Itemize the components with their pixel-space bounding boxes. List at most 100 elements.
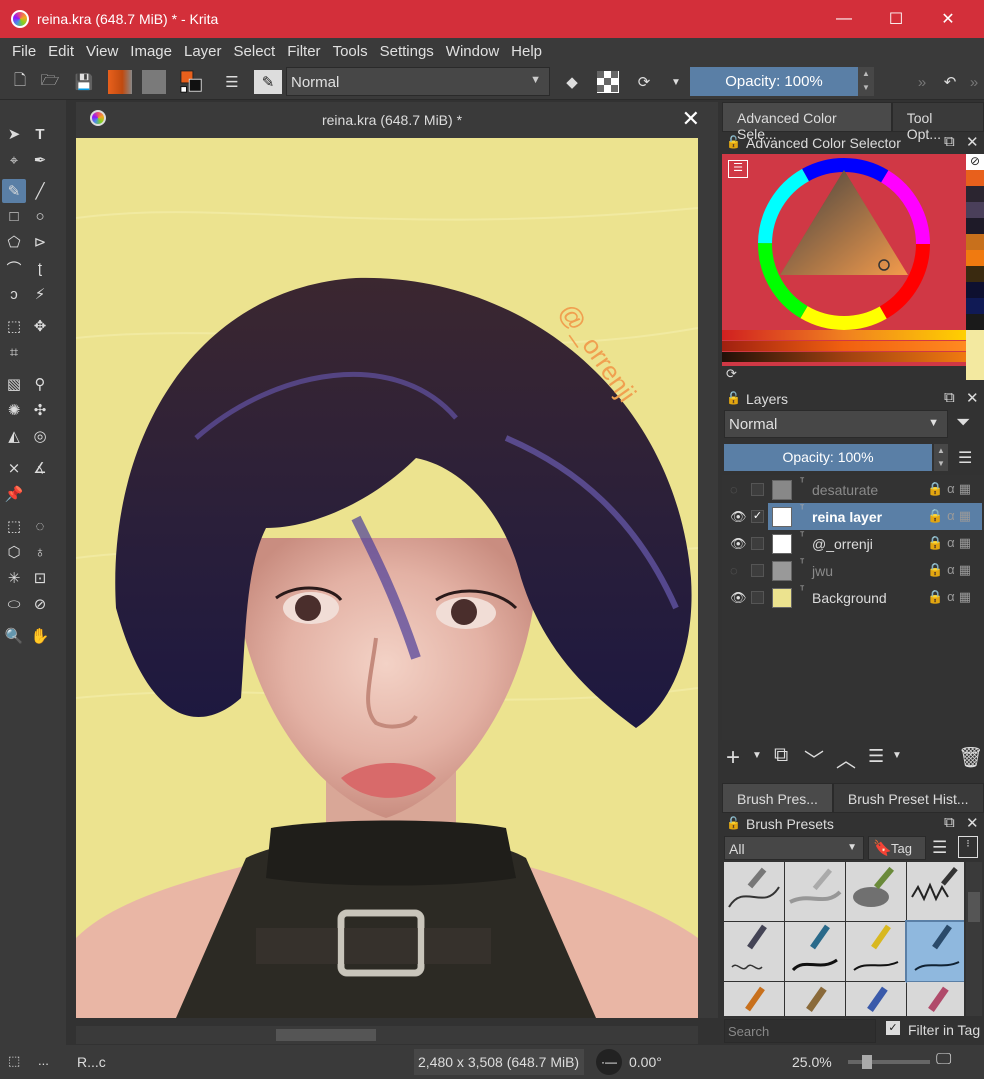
crop-tool-icon[interactable]: ⌗ [2, 340, 26, 364]
layer-blend-mode-select[interactable]: Normal ▼ [724, 410, 948, 438]
scroll-thumb[interactable] [968, 892, 980, 922]
document-tab[interactable]: reina.kra (648.7 MiB) * ✕ [76, 102, 718, 138]
enclose-fill-tool-icon[interactable]: ◎ [28, 424, 52, 448]
rotation-icon[interactable]: ·— [596, 1049, 622, 1075]
brush-preset-tile[interactable] [724, 862, 784, 921]
menu-window[interactable]: Window [440, 43, 505, 60]
refresh-colors-icon[interactable]: ⟳ [726, 366, 737, 382]
layer-properties-icon[interactable]: ☰ [868, 746, 884, 767]
brush-preset-tile[interactable] [785, 982, 845, 1016]
filter-in-tag-checkbox[interactable]: ✓ [886, 1021, 900, 1035]
brush-settings-icon[interactable]: ☰ [220, 70, 244, 94]
alpha-lock-icon[interactable] [596, 70, 620, 94]
transform-tool-icon[interactable]: ⬚ [2, 314, 26, 338]
menu-filter[interactable]: Filter [281, 43, 326, 60]
layer-opacity-slider[interactable]: Opacity: 100% [724, 444, 932, 471]
reference-images-tool-icon[interactable]: 📌 [2, 482, 26, 506]
move-tool-icon[interactable]: ✥ [28, 314, 52, 338]
layer-lock-alpha-icons[interactable]: 🔒α▦ [927, 481, 975, 497]
close-window-button[interactable]: ✕ [920, 0, 976, 38]
toolbar-overflow-icon[interactable]: » [910, 70, 934, 94]
menu-image[interactable]: Image [124, 43, 178, 60]
text-tool-icon[interactable]: T [28, 122, 52, 146]
color-picker-tool-icon[interactable]: ⚲ [28, 372, 52, 396]
layer-checkbox[interactable]: ✓ [751, 510, 764, 523]
swatch[interactable] [966, 330, 984, 380]
eraser-icon[interactable]: ◆ [560, 70, 584, 94]
image-size-info[interactable]: 2,480 x 3,508 (648.7 MiB) [414, 1049, 584, 1075]
swatch[interactable] [966, 202, 984, 218]
brush-preset-icon[interactable]: ✎ [254, 70, 282, 94]
bezier-selection-tool-icon[interactable]: ⬭ [2, 592, 26, 616]
visibility-hidden-icon[interactable]: ◌ [730, 563, 738, 578]
layer-row-orrenji[interactable]: 👁 ᵀ @_orrenji 🔒α▦ [722, 530, 984, 557]
preset-dropdown-icon[interactable]: ▼ [664, 70, 688, 94]
swatch[interactable]: ⊘ [966, 154, 984, 170]
gradient-selector-icon[interactable] [108, 70, 132, 94]
swatch[interactable] [966, 282, 984, 298]
minimize-button[interactable]: — [816, 0, 872, 38]
smart-patch-tool-icon[interactable]: ✺ [2, 398, 26, 422]
fg-bg-color-icon[interactable] [180, 70, 204, 94]
new-document-icon[interactable]: 🗋 [8, 70, 32, 94]
brush-grid-scrollbar[interactable] [966, 862, 982, 1016]
measure-tool-icon[interactable]: ∡ [28, 456, 52, 480]
delete-layer-icon[interactable]: 🗑 [958, 745, 983, 770]
close-docker-icon[interactable]: ✕ [966, 389, 979, 407]
color-history-swatches[interactable]: ⊘ [966, 154, 984, 380]
menu-edit[interactable]: Edit [42, 43, 80, 60]
layer-checkbox[interactable] [751, 564, 764, 577]
tag-button[interactable]: 🔖 Tag [868, 836, 926, 860]
layer-lock-alpha-icons[interactable]: 🔒α▦ [927, 508, 975, 524]
brush-preset-tile[interactable] [846, 982, 906, 1016]
swatch[interactable] [966, 266, 984, 282]
blend-mode-select[interactable]: Normal ▼ [286, 67, 550, 96]
scroll-thumb[interactable] [276, 1029, 376, 1041]
view-mode-icon[interactable]: ☰ [932, 838, 947, 858]
multibrush-tool-icon[interactable]: ⚡ [28, 282, 52, 306]
rect-selection-tool-icon[interactable]: ⬚ [2, 514, 26, 538]
zoom-tool-icon[interactable]: 🔍 [2, 624, 26, 648]
menu-view[interactable]: View [80, 43, 124, 60]
assistant-tool-icon[interactable]: ⨯ [2, 456, 26, 480]
brush-preset-tile[interactable] [724, 982, 784, 1016]
tab-brush-presets[interactable]: Brush Pres... [722, 783, 833, 813]
tab-brush-preset-history[interactable]: Brush Preset Hist... [832, 783, 984, 813]
canvas-horizontal-scrollbar[interactable] [76, 1026, 698, 1044]
colorize-mask-tool-icon[interactable]: ✣ [28, 398, 52, 422]
brush-preset-tile[interactable] [907, 862, 964, 921]
menu-select[interactable]: Select [228, 43, 282, 60]
visibility-icon[interactable]: 👁 [730, 509, 747, 525]
close-document-icon[interactable]: ✕ [682, 106, 700, 132]
storage-resources-icon[interactable]: ⁝ [958, 836, 978, 858]
lock-icon[interactable]: 🔓 [726, 391, 741, 405]
menu-tools[interactable]: Tools [327, 43, 374, 60]
zoom-slider-handle[interactable] [862, 1055, 872, 1069]
filter-layers-icon[interactable]: ⏷ [956, 412, 970, 433]
layer-row-reina-layer[interactable]: 👁 ✓ ᵀ reina layer 🔒α▦ [722, 503, 984, 530]
add-layer-icon[interactable]: + [726, 744, 740, 772]
visibility-icon[interactable]: 👁 [730, 536, 747, 552]
menu-help[interactable]: Help [505, 43, 548, 60]
line-tool-icon[interactable]: ╱ [28, 179, 52, 203]
brush-preset-tile[interactable] [846, 922, 906, 981]
brush-search-input[interactable]: Search [724, 1019, 876, 1043]
magnetic-selection-tool-icon[interactable]: ⊘ [28, 592, 52, 616]
layer-opacity-spinner[interactable]: ▲ ▼ [934, 444, 948, 471]
rectangle-tool-icon[interactable]: □ [2, 204, 26, 228]
move-layer-up-icon[interactable]: ︿ [836, 744, 856, 773]
select-shapes-tool-icon[interactable]: ➤ [2, 122, 26, 146]
gradient-tool-icon[interactable]: ▧ [2, 372, 26, 396]
saturation-slider[interactable] [722, 341, 966, 351]
brush-preset-tile[interactable] [724, 922, 784, 981]
brush-preset-tile[interactable] [785, 862, 845, 921]
maximize-button[interactable]: ☐ [868, 0, 924, 38]
hue-slider[interactable] [722, 330, 966, 340]
ellipse-selection-tool-icon[interactable]: ◌ [28, 514, 52, 538]
polygon-tool-icon[interactable]: ⬠ [2, 230, 26, 254]
layer-row-background[interactable]: 👁 ᵀ Background 🔒α▦ [722, 584, 984, 611]
layer-checkbox[interactable] [751, 483, 764, 496]
brush-preset-tile[interactable] [846, 862, 906, 921]
lock-icon[interactable]: 🔓 [726, 135, 741, 149]
canvas-vertical-scrollbar[interactable] [698, 138, 718, 1018]
